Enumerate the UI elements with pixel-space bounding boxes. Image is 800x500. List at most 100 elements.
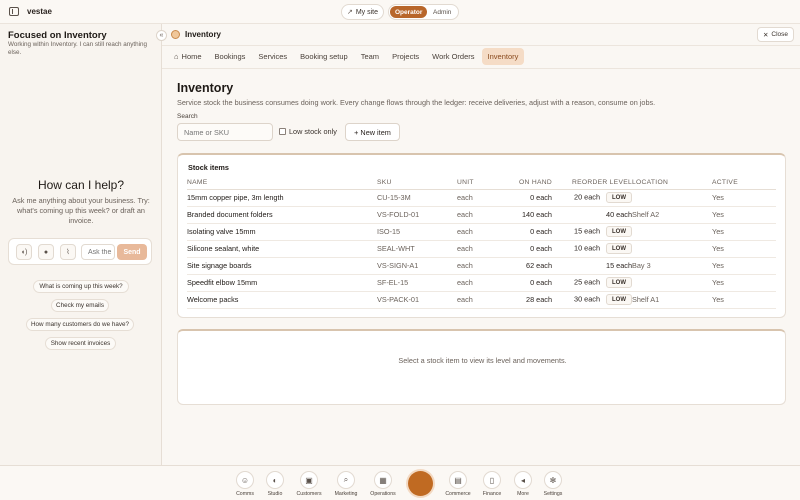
cell-on-hand: 28 each bbox=[497, 291, 552, 309]
on-hand-value: 0 each bbox=[530, 278, 552, 287]
attachment-icon[interactable]: ⌇ bbox=[60, 244, 76, 260]
tab-booking-setup[interactable]: Booking setup bbox=[294, 48, 354, 65]
location-value: Shelf A1 bbox=[632, 295, 660, 304]
microphone-icon[interactable]: ● bbox=[38, 244, 54, 260]
dock-marketing[interactable]: ⌕ Marketing bbox=[329, 471, 363, 497]
table-row[interactable]: Branded document folders VS-FOLD-01 each 14… bbox=[187, 206, 776, 224]
unit-value: each bbox=[457, 278, 473, 287]
active-value: Yes bbox=[712, 278, 724, 287]
search-label: Search bbox=[177, 113, 198, 120]
cell-reorder: 40 each bbox=[552, 206, 632, 224]
chat-input[interactable] bbox=[81, 244, 115, 260]
close-button[interactable]: ✕ Close bbox=[757, 27, 794, 42]
dock-finance[interactable]: ▯ Finance bbox=[475, 471, 509, 497]
comms-icon: ☺ bbox=[236, 471, 254, 489]
dock-customers[interactable]: ▣ Customers bbox=[292, 471, 326, 497]
suggestion-chip[interactable]: How many customers do we have? bbox=[26, 318, 134, 331]
dock-settings[interactable]: ✻ Settings bbox=[536, 471, 570, 497]
megaphone-icon: ◂ bbox=[514, 471, 532, 489]
table-row[interactable]: Speedfit elbow 15mm SF-EL-15 each 0 each 25 … bbox=[187, 274, 776, 292]
focus-description: Working within Inventory. I can still re… bbox=[8, 41, 148, 56]
tab-team[interactable]: Team bbox=[355, 48, 385, 65]
active-value: Yes bbox=[712, 244, 724, 253]
tab-home[interactable]: ⌂ Home bbox=[168, 48, 208, 65]
cell-reorder: 15 each bbox=[552, 257, 632, 275]
low-stock-filter[interactable]: Low stock only bbox=[279, 127, 337, 136]
tab-bookings[interactable]: Bookings bbox=[209, 48, 252, 65]
focus-title: Focused on Inventory bbox=[8, 30, 107, 41]
unit-value: each bbox=[457, 193, 473, 202]
tab-inventory[interactable]: Inventory bbox=[481, 48, 525, 65]
customers-icon: ▣ bbox=[300, 471, 318, 489]
table-row[interactable]: Site signage boards VS-SIGN-A1 each 62 each… bbox=[187, 257, 776, 275]
assistant-panel: Focused on Inventory Working within Inve… bbox=[0, 24, 162, 465]
sku-value: ISO-15 bbox=[377, 227, 401, 236]
assistant-orb-button[interactable] bbox=[408, 471, 433, 496]
cell-unit: each bbox=[457, 274, 497, 292]
bottom-dock: ☺ Comms ◐ Studio ▣ Customers ⌕ Marketing… bbox=[0, 465, 800, 500]
active-value: Yes bbox=[712, 193, 724, 202]
role-operator-button[interactable]: Operator bbox=[390, 6, 428, 18]
unit-value: each bbox=[457, 261, 473, 270]
cell-location: Shelf A2 bbox=[632, 206, 696, 224]
new-item-button[interactable]: + New item bbox=[345, 123, 400, 141]
table-row[interactable]: 15mm copper pipe, 3m length CU-15-3M each 0… bbox=[187, 189, 776, 207]
low-stock-badge: LOW bbox=[606, 243, 632, 254]
sku-value: VS-SIGN-A1 bbox=[377, 261, 419, 270]
dock-studio[interactable]: ◐ Studio bbox=[258, 471, 292, 497]
suggestion-chip[interactable]: What is coming up this week? bbox=[33, 280, 129, 293]
table-row[interactable]: Silicone sealant, white SEAL-WHT each 0 eac… bbox=[187, 240, 776, 258]
close-icon: ✕ bbox=[762, 31, 769, 39]
dock-more[interactable]: ◂ More bbox=[506, 471, 540, 497]
dock-label: Customers bbox=[296, 491, 322, 497]
cell-active: Yes bbox=[696, 257, 776, 275]
sku-value: SF-EL-15 bbox=[377, 278, 409, 287]
column-header: ACTIVE bbox=[696, 176, 776, 190]
column-header: SKU bbox=[377, 176, 457, 190]
table-row[interactable]: Isolating valve 15mm ISO-15 each 0 each 15 e… bbox=[187, 223, 776, 241]
role-admin-button[interactable]: Admin bbox=[427, 6, 457, 18]
tab-services[interactable]: Services bbox=[252, 48, 293, 65]
dock-comms[interactable]: ☺ Comms bbox=[228, 471, 262, 497]
on-hand-value: 0 each bbox=[530, 227, 552, 236]
name-value: 15mm copper pipe, 3m length bbox=[187, 193, 284, 202]
on-hand-value: 0 each bbox=[530, 244, 552, 253]
reorder-value: 30 each bbox=[574, 294, 600, 304]
collapse-panel-button[interactable]: « bbox=[156, 30, 167, 41]
cell-sku: SF-EL-15 bbox=[377, 274, 457, 292]
on-hand-value: 62 each bbox=[526, 261, 552, 270]
my-site-button[interactable]: ↗ My site bbox=[341, 4, 384, 20]
tab-work-orders[interactable]: Work Orders bbox=[426, 48, 480, 65]
suggestion-chip[interactable]: Check my emails bbox=[51, 299, 109, 312]
name-value: Welcome packs bbox=[187, 295, 239, 304]
top-bar: vestae ↗ My site Operator Admin bbox=[0, 0, 800, 24]
cell-active: Yes bbox=[696, 240, 776, 258]
dock-commerce[interactable]: ▤ Commerce bbox=[441, 471, 475, 497]
low-stock-checkbox[interactable] bbox=[279, 128, 286, 135]
cell-location bbox=[632, 240, 696, 258]
cell-sku: ISO-15 bbox=[377, 223, 457, 241]
active-value: Yes bbox=[712, 210, 724, 219]
sidebar-toggle-icon[interactable] bbox=[9, 7, 19, 16]
cell-sku: CU-15-3M bbox=[377, 189, 457, 207]
tab-projects[interactable]: Projects bbox=[386, 48, 425, 65]
search-input[interactable] bbox=[177, 123, 273, 141]
table-row[interactable]: Welcome packs VS-PACK-01 each 28 each 30 eac… bbox=[187, 291, 776, 309]
voice-mode-icon[interactable]: ◖) bbox=[16, 244, 32, 260]
search-icon: ⌕ bbox=[337, 471, 355, 489]
cell-unit: each bbox=[457, 240, 497, 258]
unit-value: each bbox=[457, 244, 473, 253]
dock-label: More bbox=[517, 491, 529, 497]
cell-sku: VS-PACK-01 bbox=[377, 291, 457, 309]
low-stock-label: Low stock only bbox=[289, 127, 337, 136]
column-header: LOCATION bbox=[632, 176, 696, 190]
cell-reorder: 10 each LOW bbox=[552, 240, 632, 258]
cell-on-hand: 0 each bbox=[497, 223, 552, 241]
low-stock-badge: LOW bbox=[606, 294, 632, 305]
my-site-label: My site bbox=[355, 8, 379, 16]
dock-operations[interactable]: ▦ Operations bbox=[366, 471, 400, 497]
send-button[interactable]: Send bbox=[117, 244, 147, 260]
divider bbox=[162, 68, 800, 69]
suggestion-chip[interactable]: Show recent invoices bbox=[45, 337, 116, 350]
cell-active: Yes bbox=[696, 223, 776, 241]
